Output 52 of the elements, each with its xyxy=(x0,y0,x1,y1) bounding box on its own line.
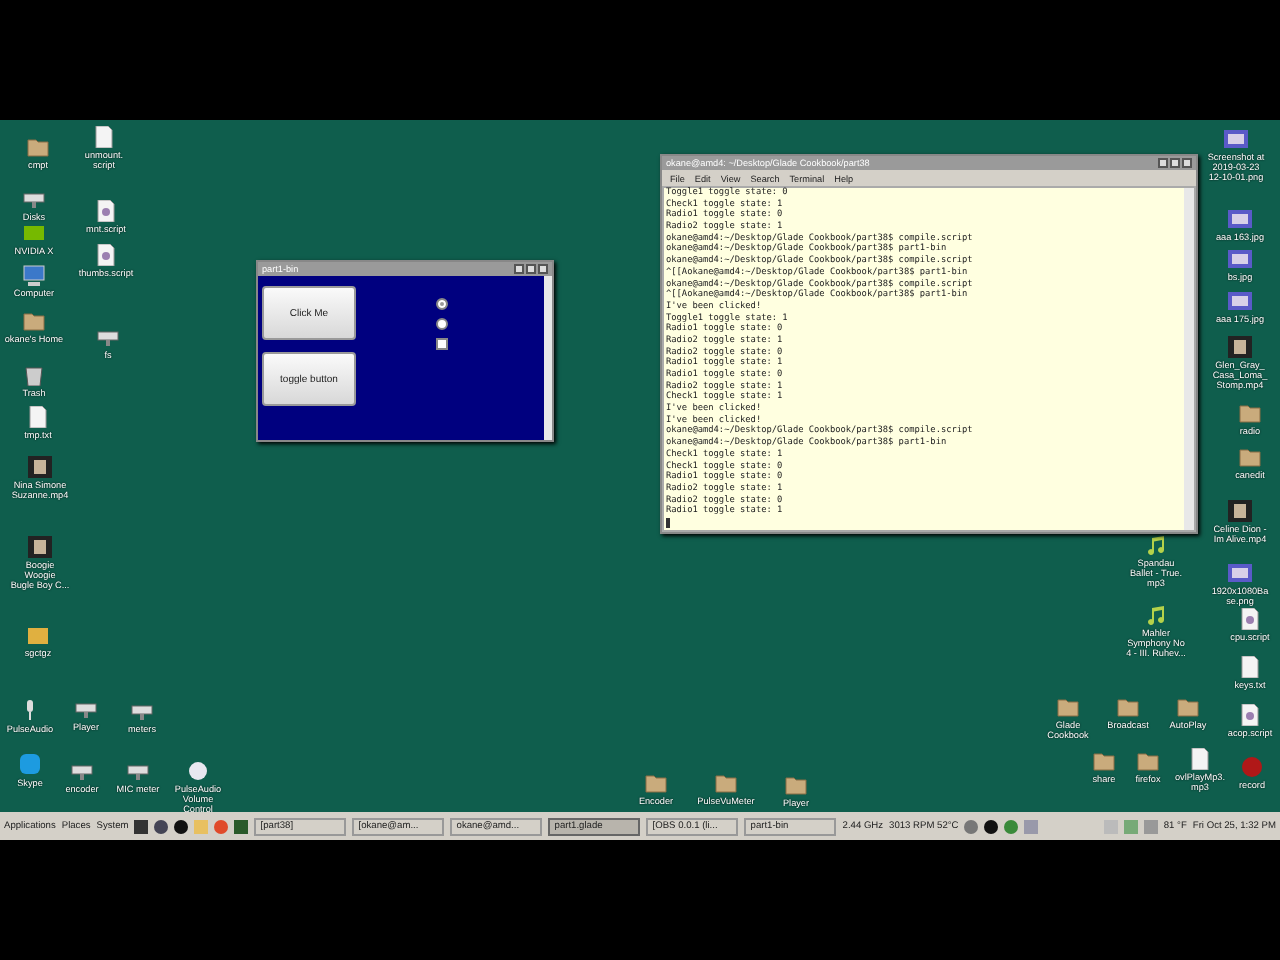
folder-icon[interactable] xyxy=(714,772,738,794)
close-button[interactable] xyxy=(538,264,548,274)
image-thumbnail[interactable] xyxy=(1228,290,1252,312)
maximize-button[interactable] xyxy=(526,264,536,274)
folder-icon[interactable] xyxy=(26,136,50,158)
folder-icon[interactable] xyxy=(1092,750,1116,772)
folder-icon[interactable] xyxy=(1136,750,1160,772)
document-icon[interactable] xyxy=(92,126,116,148)
folder-icon[interactable] xyxy=(1238,446,1262,468)
drive-icon[interactable] xyxy=(74,698,98,720)
checkbox[interactable] xyxy=(436,338,448,350)
drive-icon[interactable] xyxy=(126,760,150,782)
package-icon[interactable] xyxy=(26,624,50,646)
folder-icon[interactable] xyxy=(1176,696,1200,718)
video-thumbnail[interactable] xyxy=(1228,336,1252,358)
trash-icon[interactable] xyxy=(22,364,46,386)
document-icon[interactable] xyxy=(1188,748,1212,770)
video-thumbnail[interactable] xyxy=(1228,500,1252,522)
drive-icon[interactable] xyxy=(70,760,94,782)
folder-icon[interactable] xyxy=(1238,402,1262,424)
video-thumbnail[interactable] xyxy=(28,536,52,558)
folder-icon[interactable] xyxy=(22,310,46,332)
drive-icon[interactable] xyxy=(96,326,120,348)
close-button[interactable] xyxy=(1182,158,1192,168)
image-thumbnail[interactable] xyxy=(1228,208,1252,230)
document-icon[interactable] xyxy=(1238,656,1262,678)
script-icon[interactable] xyxy=(94,244,118,266)
image-thumbnail[interactable] xyxy=(1228,248,1252,270)
scrollbar[interactable] xyxy=(1184,188,1194,530)
radio-button[interactable] xyxy=(436,318,448,330)
script-icon[interactable] xyxy=(94,200,118,222)
folder-icon[interactable] xyxy=(1056,696,1080,718)
folder-icon[interactable] xyxy=(1116,696,1140,718)
folder-icon[interactable] xyxy=(644,772,668,794)
script-icon[interactable] xyxy=(1238,608,1262,630)
video-thumbnail[interactable] xyxy=(28,456,52,478)
scrollbar[interactable] xyxy=(544,276,552,440)
drive-icon[interactable] xyxy=(22,188,46,210)
document-icon[interactable] xyxy=(26,406,50,428)
maximize-button[interactable] xyxy=(1170,158,1180,168)
chat-icon[interactable] xyxy=(18,754,42,776)
music-note-icon[interactable] xyxy=(1144,534,1168,556)
image-thumbnail[interactable] xyxy=(1224,128,1248,150)
monitor-icon[interactable] xyxy=(22,264,46,286)
minimize-button[interactable] xyxy=(1158,158,1168,168)
image-thumbnail[interactable] xyxy=(1228,562,1252,584)
text-cursor xyxy=(666,517,670,528)
radio-button[interactable] xyxy=(436,298,448,310)
folder-icon[interactable] xyxy=(784,774,808,796)
drive-icon[interactable] xyxy=(130,700,154,722)
minimize-button[interactable] xyxy=(514,264,524,274)
script-icon[interactable] xyxy=(1238,704,1262,726)
